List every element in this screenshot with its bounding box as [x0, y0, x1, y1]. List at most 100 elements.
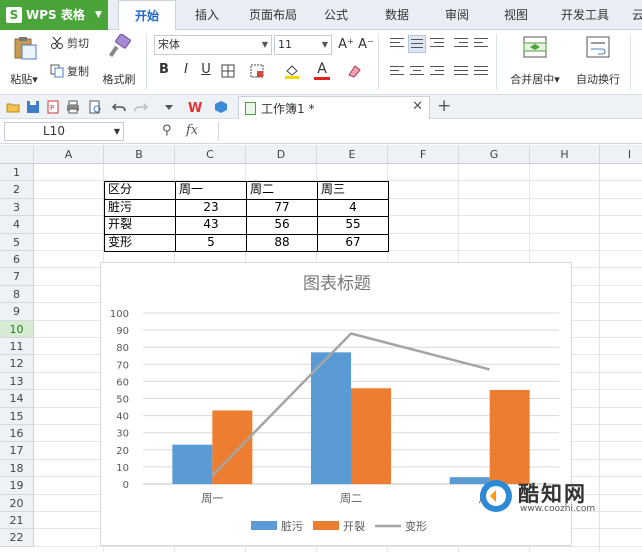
row-header-20[interactable]: 20 — [0, 494, 34, 512]
align-middle-icon[interactable] — [408, 35, 426, 53]
print-preview-icon[interactable] — [88, 100, 102, 114]
column-header-e[interactable]: E — [317, 145, 388, 164]
cut-button[interactable]: 剪切 — [50, 34, 89, 54]
paste-button[interactable]: 粘贴▾ — [6, 34, 42, 87]
wps-home-icon[interactable]: W — [188, 100, 202, 114]
row-header-16[interactable]: 16 — [0, 425, 34, 443]
column-header-i[interactable]: I — [600, 145, 642, 164]
table-cell[interactable]: 56 — [246, 216, 318, 235]
tab-1[interactable]: 插入 — [182, 0, 232, 30]
tab-8[interactable]: 云 — [628, 0, 642, 30]
table-header-cell[interactable]: 周三 — [317, 181, 389, 200]
cloud-doc-icon[interactable] — [214, 100, 228, 114]
tab-3[interactable]: 公式 — [310, 0, 362, 30]
shrink-font-button[interactable]: A⁻ — [356, 35, 376, 55]
tab-0[interactable]: 开始 — [118, 0, 176, 31]
customize-toolbar-icon[interactable] — [162, 100, 176, 114]
table-cell[interactable]: 67 — [317, 233, 389, 252]
search-icon[interactable]: ⚲ — [162, 123, 172, 138]
cell-style-icon[interactable] — [250, 64, 264, 78]
close-icon[interactable]: ✕ — [412, 99, 423, 114]
decrease-indent-icon[interactable] — [452, 35, 470, 53]
tab-2[interactable]: 页面布局 — [240, 0, 306, 30]
app-menu-button[interactable]: S WPS 表格 ▼ — [0, 0, 108, 30]
underline-button[interactable]: U — [196, 60, 216, 80]
row-header-12[interactable]: 12 — [0, 355, 34, 373]
table-header-cell[interactable]: 区分 — [104, 181, 176, 200]
font-color-button[interactable]: A — [314, 61, 330, 81]
column-header-b[interactable]: B — [104, 145, 175, 164]
tab-7[interactable]: 开发工具 — [550, 0, 620, 30]
document-tab[interactable]: 工作簿1 * ✕ — [238, 96, 430, 119]
table-cell[interactable]: 43 — [175, 216, 247, 235]
formula-input[interactable] — [218, 122, 638, 141]
row-header-2[interactable]: 2 — [0, 181, 34, 199]
align-bottom-icon[interactable] — [428, 35, 446, 53]
row-header-15[interactable]: 15 — [0, 407, 34, 425]
table-header-cell[interactable]: 周二 — [246, 181, 318, 200]
tab-6[interactable]: 视图 — [490, 0, 542, 30]
clear-format-icon[interactable] — [346, 63, 362, 79]
print-icon[interactable] — [66, 100, 80, 114]
font-size-select[interactable]: 11 ▼ — [274, 35, 332, 55]
row-header-8[interactable]: 8 — [0, 285, 34, 304]
justify-icon[interactable] — [452, 63, 470, 81]
column-header-d[interactable]: D — [246, 145, 317, 164]
copy-button[interactable]: 复制 — [50, 62, 89, 82]
align-top-icon[interactable] — [388, 35, 406, 53]
merge-center-button[interactable]: 合并居中▾ — [504, 34, 566, 87]
table-cell[interactable]: 77 — [246, 198, 318, 218]
table-cell[interactable]: 开裂 — [104, 216, 176, 235]
row-header-3[interactable]: 3 — [0, 198, 34, 217]
fill-color-icon[interactable] — [284, 63, 300, 79]
row-header-4[interactable]: 4 — [0, 216, 34, 234]
row-header-22[interactable]: 22 — [0, 529, 34, 547]
table-cell[interactable]: 55 — [317, 216, 389, 235]
table-cell[interactable]: 脏污 — [104, 198, 176, 218]
font-name-select[interactable]: 宋体 ▼ — [154, 35, 272, 55]
row-header-11[interactable]: 11 — [0, 338, 34, 356]
undo-icon[interactable] — [112, 100, 126, 114]
tab-5[interactable]: 审阅 — [432, 0, 482, 30]
table-cell[interactable]: 23 — [175, 198, 247, 218]
open-folder-icon[interactable] — [6, 100, 20, 114]
redo-icon[interactable] — [134, 100, 148, 114]
distribute-icon[interactable] — [472, 63, 490, 81]
row-header-17[interactable]: 17 — [0, 442, 34, 460]
align-left-icon[interactable] — [388, 63, 406, 81]
row-header-9[interactable]: 9 — [0, 303, 34, 321]
bold-button[interactable]: B — [154, 60, 174, 80]
row-header-10[interactable]: 10 — [0, 320, 34, 338]
row-header-14[interactable]: 14 — [0, 390, 34, 408]
format-painter-button[interactable]: 格式刷 — [100, 33, 138, 87]
increase-indent-icon[interactable] — [472, 35, 490, 53]
grow-font-button[interactable]: A⁺ — [336, 35, 356, 55]
column-header-c[interactable]: C — [175, 145, 246, 164]
table-cell[interactable]: 88 — [246, 233, 318, 252]
align-center-icon[interactable] — [408, 63, 426, 81]
row-header-6[interactable]: 6 — [0, 251, 34, 269]
column-header-a[interactable]: A — [34, 145, 104, 164]
border-icon[interactable] — [221, 64, 235, 78]
italic-button[interactable]: I — [176, 60, 196, 80]
row-header-21[interactable]: 21 — [0, 512, 34, 530]
row-header-19[interactable]: 19 — [0, 477, 34, 495]
name-box[interactable]: L10 ▼ — [4, 122, 124, 141]
row-header-1[interactable]: 1 — [0, 164, 34, 182]
table-header-cell[interactable]: 周一 — [175, 181, 247, 200]
tab-4[interactable]: 数据 — [368, 0, 426, 30]
table-cell[interactable]: 变形 — [104, 233, 176, 252]
table-cell[interactable]: 5 — [175, 233, 247, 252]
column-header-g[interactable]: G — [459, 145, 530, 164]
table-cell[interactable]: 4 — [317, 198, 389, 218]
column-header-h[interactable]: H — [530, 145, 600, 164]
row-header-5[interactable]: 5 — [0, 233, 34, 251]
wrap-text-button[interactable]: 自动换行 — [570, 34, 626, 87]
align-right-icon[interactable] — [428, 63, 446, 81]
row-header-13[interactable]: 13 — [0, 372, 34, 391]
row-header-18[interactable]: 18 — [0, 459, 34, 478]
save-icon[interactable] — [26, 100, 40, 114]
new-tab-button[interactable]: + — [437, 96, 451, 116]
column-header-f[interactable]: F — [388, 145, 459, 164]
select-all-corner[interactable] — [0, 145, 34, 164]
